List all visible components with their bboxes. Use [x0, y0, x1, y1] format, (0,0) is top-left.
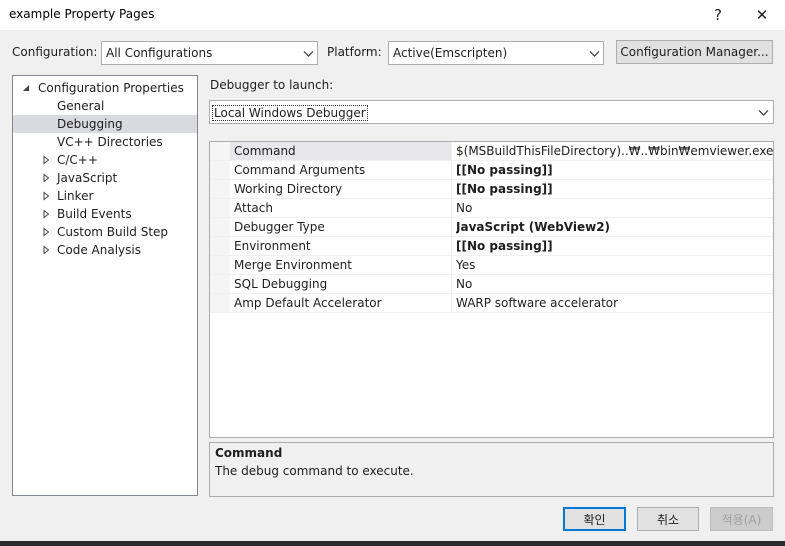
table-row[interactable]: SQL Debugging No	[210, 275, 773, 294]
chevron-down-icon	[303, 51, 314, 57]
property-value[interactable]: [[No passing]]	[456, 182, 553, 196]
collapsed-arrow-icon[interactable]	[41, 190, 51, 202]
property-name: Attach	[234, 201, 273, 215]
property-value[interactable]: No	[456, 201, 472, 215]
tree-item-javascript[interactable]: JavaScript	[13, 169, 197, 187]
property-name: Command	[234, 144, 296, 158]
description-text: The debug command to execute.	[215, 464, 414, 478]
taskbar-edge	[0, 541, 785, 546]
platform-dropdown[interactable]: Active(Emscripten)	[388, 41, 604, 65]
table-row[interactable]: Command Arguments [[No passing]]	[210, 161, 773, 180]
debugger-value: Local Windows Debugger	[212, 105, 368, 121]
tree-item-label: Configuration Properties	[38, 81, 184, 95]
description-title: Command	[215, 446, 283, 460]
platform-label: Platform:	[327, 45, 382, 59]
property-name: Debugger Type	[234, 220, 325, 234]
collapsed-arrow-icon[interactable]	[41, 154, 51, 166]
apply-button[interactable]: 적용(A)	[710, 507, 773, 531]
property-name: Merge Environment	[234, 258, 352, 272]
configuration-manager-button[interactable]: Configuration Manager...	[616, 40, 773, 64]
table-row[interactable]: Attach No	[210, 199, 773, 218]
table-row[interactable]: Working Directory [[No passing]]	[210, 180, 773, 199]
expanded-arrow-icon[interactable]	[21, 82, 31, 94]
title-bar: example Property Pages ? ✕	[0, 0, 785, 30]
collapsed-arrow-icon[interactable]	[41, 226, 51, 238]
debugger-dropdown[interactable]: Local Windows Debugger	[209, 100, 774, 124]
debugger-label: Debugger to launch:	[210, 78, 334, 92]
tree-item-debugging[interactable]: Debugging	[13, 115, 197, 133]
property-value[interactable]: WARP software accelerator	[456, 296, 618, 310]
property-value[interactable]: [[No passing]]	[456, 239, 553, 253]
ok-button[interactable]: 확인	[563, 507, 626, 531]
property-value[interactable]: No	[456, 277, 472, 291]
property-grid: Command $(MSBuildThisFileDirectory)..₩..…	[209, 141, 774, 438]
tree-item-label: Debugging	[57, 117, 123, 131]
tree-item-c-cpp[interactable]: C/C++	[13, 151, 197, 169]
table-row[interactable]: Command $(MSBuildThisFileDirectory)..₩..…	[210, 142, 773, 161]
description-panel: Command The debug command to execute.	[209, 442, 774, 497]
tree-item-custom-build-step[interactable]: Custom Build Step	[13, 223, 197, 241]
tree-item-linker[interactable]: Linker	[13, 187, 197, 205]
tree-item-label: Build Events	[57, 207, 132, 221]
property-name: Environment	[234, 239, 311, 253]
collapsed-arrow-icon[interactable]	[41, 208, 51, 220]
tree-item-label: Linker	[57, 189, 94, 203]
property-name: Working Directory	[234, 182, 343, 196]
close-button[interactable]: ✕	[741, 0, 783, 30]
property-name: SQL Debugging	[234, 277, 328, 291]
chevron-down-icon	[758, 110, 769, 116]
cancel-button[interactable]: 취소	[637, 507, 699, 531]
property-value[interactable]: Yes	[456, 258, 475, 272]
property-value[interactable]: $(MSBuildThisFileDirectory)..₩..₩bin₩emv…	[456, 144, 773, 158]
tree-item-label: Custom Build Step	[57, 225, 169, 239]
configuration-value: All Configurations	[106, 46, 213, 60]
property-name: Amp Default Accelerator	[234, 296, 382, 310]
property-value[interactable]: [[No passing]]	[456, 163, 553, 177]
tree-item-label: C/C++	[57, 153, 98, 167]
property-tree: Configuration Properties General Debuggi…	[12, 75, 198, 496]
chevron-down-icon	[589, 51, 600, 57]
tree-item-label: VC++ Directories	[57, 135, 163, 149]
tree-item-label: General	[57, 99, 105, 113]
configuration-dropdown[interactable]: All Configurations	[101, 41, 318, 65]
property-name: Command Arguments	[234, 163, 366, 177]
collapsed-arrow-icon[interactable]	[41, 172, 51, 184]
collapsed-arrow-icon[interactable]	[41, 244, 51, 256]
tree-item-general[interactable]: General	[13, 97, 197, 115]
help-button[interactable]: ?	[697, 0, 739, 30]
table-row[interactable]: Environment [[No passing]]	[210, 237, 773, 256]
table-row[interactable]: Amp Default Accelerator WARP software ac…	[210, 294, 773, 313]
tree-item-build-events[interactable]: Build Events	[13, 205, 197, 223]
tree-item-label: JavaScript	[57, 171, 118, 185]
table-row[interactable]: Merge Environment Yes	[210, 256, 773, 275]
platform-value: Active(Emscripten)	[393, 46, 508, 60]
table-row[interactable]: Debugger Type JavaScript (WebView2)	[210, 218, 773, 237]
tree-item-vc-directories[interactable]: VC++ Directories	[13, 133, 197, 151]
window-title: example Property Pages	[9, 7, 155, 21]
configuration-label: Configuration:	[12, 45, 98, 59]
tree-item-configuration-properties[interactable]: Configuration Properties	[13, 79, 197, 97]
tree-item-code-analysis[interactable]: Code Analysis	[13, 241, 197, 259]
tree-item-label: Code Analysis	[57, 243, 141, 257]
property-value[interactable]: JavaScript (WebView2)	[456, 220, 610, 234]
